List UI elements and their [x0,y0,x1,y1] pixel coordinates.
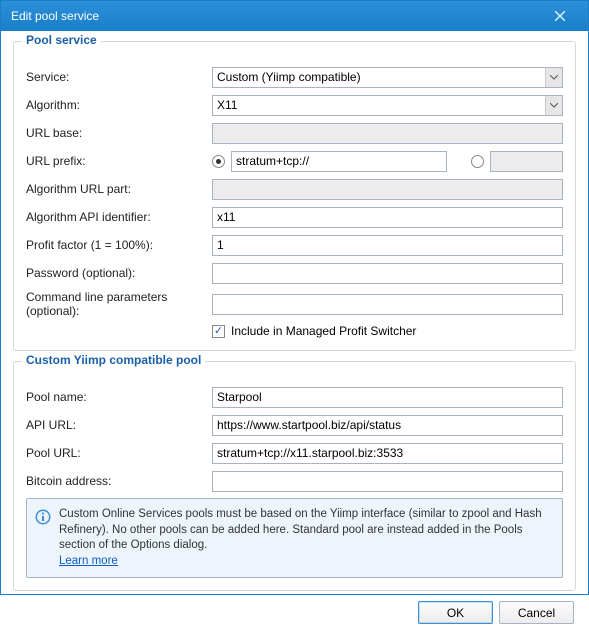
url-prefix-radio-2[interactable] [471,155,484,168]
include-managed-label: Include in Managed Profit Switcher [231,324,416,338]
password-label: Password (optional): [26,266,212,280]
service-value: Custom (Yiimp compatible) [217,70,361,84]
titlebar: Edit pool service [1,1,588,31]
url-prefix-input-1[interactable] [231,151,447,172]
group-title: Custom Yiimp compatible pool [22,353,205,367]
algo-url-part-label: Algorithm URL part: [26,182,212,196]
chevron-down-icon [545,96,562,115]
api-url-input[interactable] [212,415,563,436]
close-button[interactable] [540,1,580,31]
group-title: Pool service [22,33,101,47]
info-message: Custom Online Services pools must be bas… [59,508,542,551]
cmdline-input[interactable] [212,294,563,315]
service-select[interactable]: Custom (Yiimp compatible) [212,67,563,88]
algo-api-id-input[interactable] [212,207,563,228]
include-managed-checkbox[interactable] [212,325,225,338]
info-panel: Custom Online Services pools must be bas… [26,498,563,578]
chevron-down-icon [545,68,562,87]
close-icon [555,11,565,21]
profit-factor-label: Profit factor (1 = 100%): [26,238,212,252]
pool-url-label: Pool URL: [26,446,212,460]
window-title: Edit pool service [11,9,540,23]
algo-url-part-input [212,179,563,200]
url-prefix-input-2 [490,151,563,172]
algorithm-label: Algorithm: [26,98,212,112]
custom-yiimp-group: Custom Yiimp compatible pool Pool name: … [13,361,576,591]
pool-service-group: Pool service Service: Custom (Yiimp comp… [13,41,576,351]
algo-api-id-label: Algorithm API identifier: [26,210,212,224]
ok-button[interactable]: OK [418,601,493,624]
cmdline-label: Command line parameters (optional): [26,290,212,318]
pool-name-input[interactable] [212,387,563,408]
service-label: Service: [26,70,212,84]
url-prefix-radio-1[interactable] [212,155,225,168]
profit-factor-input[interactable] [212,235,563,256]
pool-url-input[interactable] [212,443,563,464]
api-url-label: API URL: [26,418,212,432]
info-text: Custom Online Services pools must be bas… [59,507,554,569]
btc-address-label: Bitcoin address: [26,474,212,488]
learn-more-link[interactable]: Learn more [59,555,118,567]
btc-address-input[interactable] [212,471,563,492]
algorithm-select[interactable]: X11 [212,95,563,116]
pool-name-label: Pool name: [26,390,212,404]
url-prefix-label: URL prefix: [26,154,212,168]
algorithm-value: X11 [217,98,237,112]
password-input[interactable] [212,263,563,284]
url-base-label: URL base: [26,126,212,140]
dialog-footer: OK Cancel [13,601,576,624]
dialog-content: Pool service Service: Custom (Yiimp comp… [1,31,588,636]
cancel-button[interactable]: Cancel [499,601,574,624]
info-icon [35,509,51,525]
url-base-input [212,123,563,144]
